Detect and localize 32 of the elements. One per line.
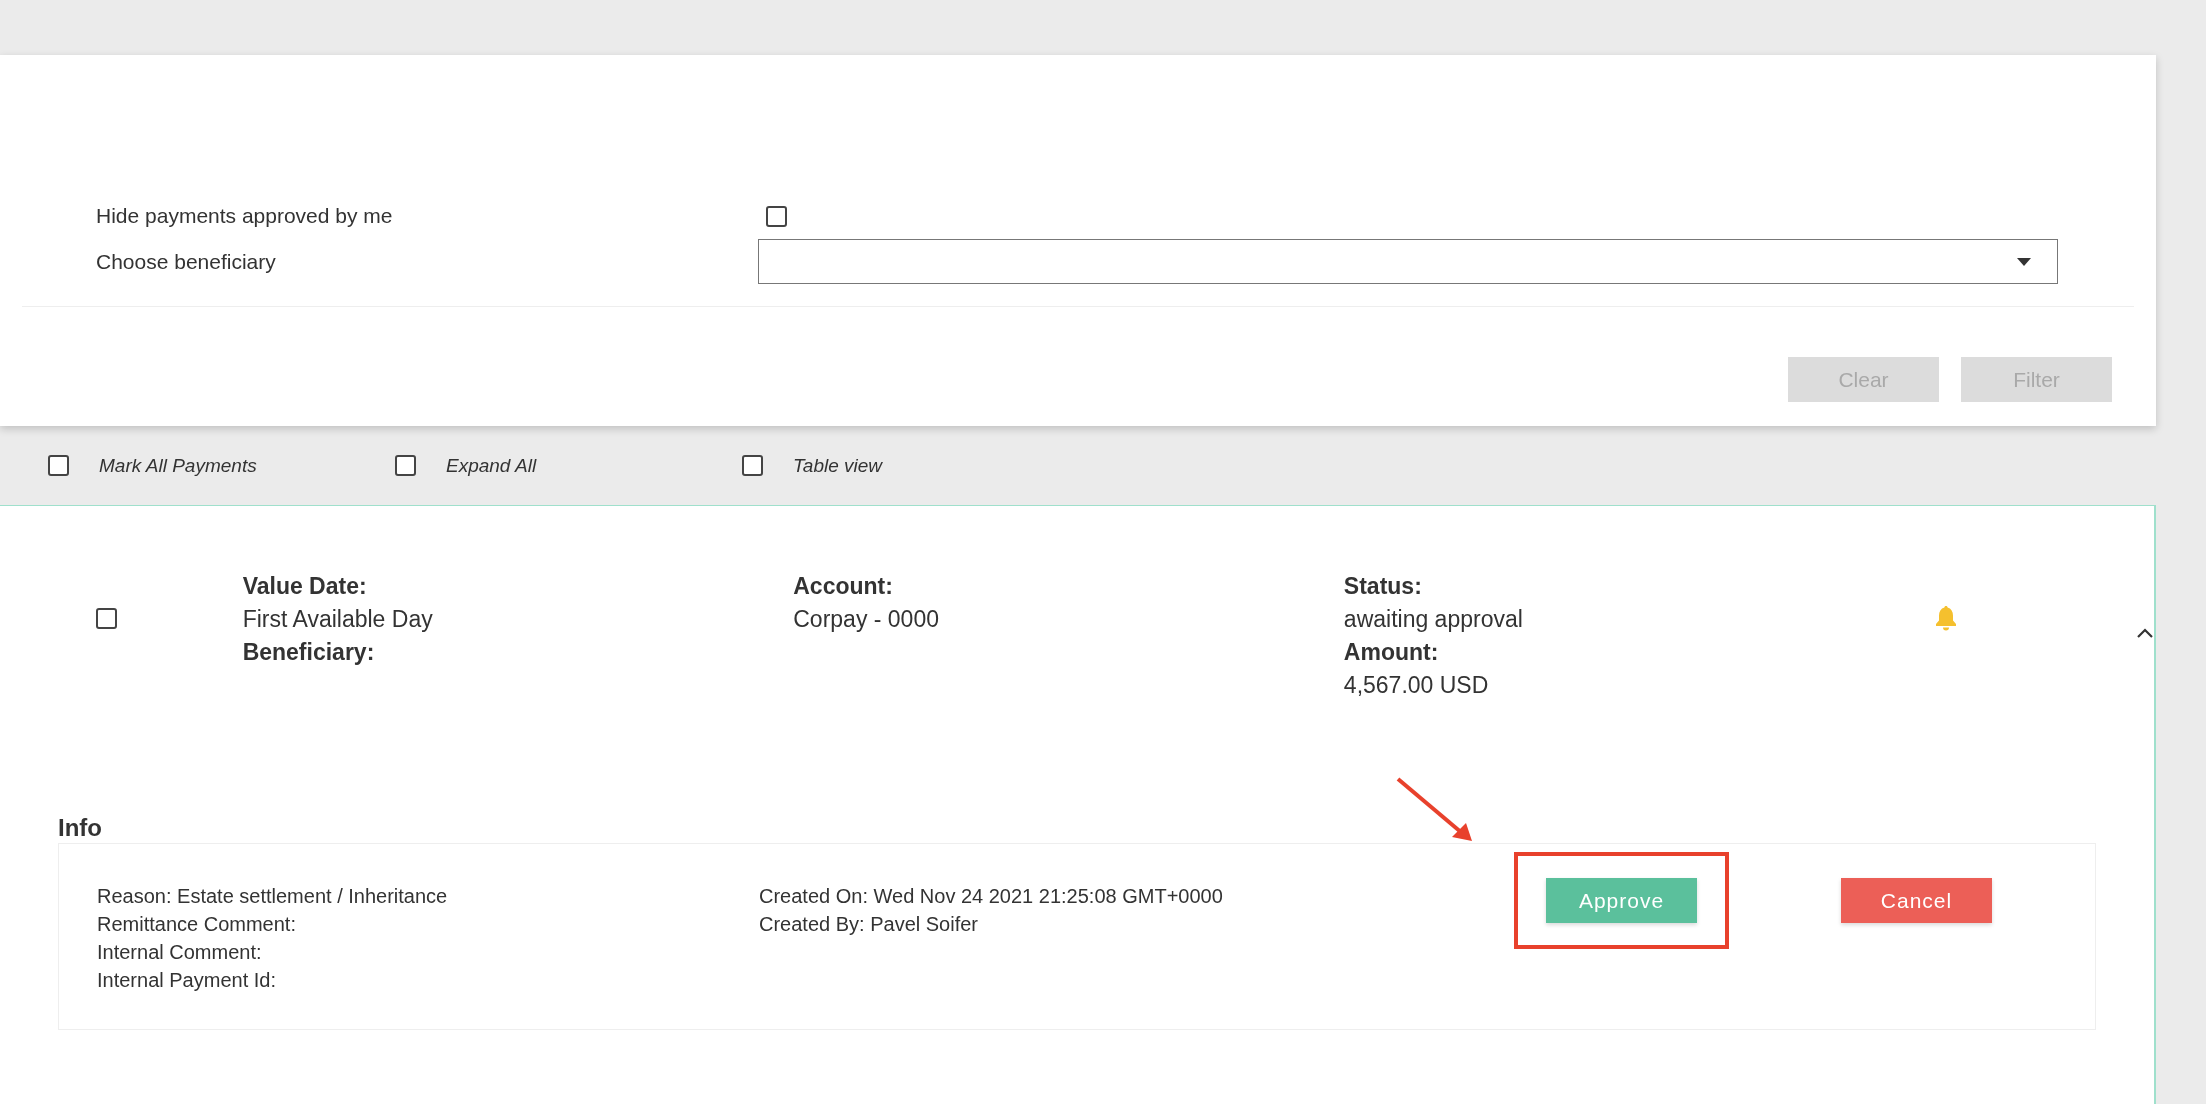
detail-text: Internal Payment Id: (97, 968, 277, 993)
caret-icon (2017, 257, 2031, 266)
detail-text: Created By: Pavel Soifer (759, 912, 979, 937)
field-label: Choose beneficiary (96, 248, 277, 275)
checkbox-label: Expand All (446, 454, 537, 477)
section-title: Info (58, 814, 102, 841)
checkbox[interactable] (395, 455, 416, 476)
detail-text: Internal Comment: (97, 940, 263, 965)
field-label: Value Date: (242, 572, 368, 601)
approve-button[interactable]: Approve (1546, 878, 1697, 923)
checkbox[interactable] (96, 608, 117, 629)
detail-text: Created On: Wed Nov 24 2021 21:25:08 GMT+0000 (759, 884, 1224, 909)
cancel-button[interactable]: Cancel (1841, 878, 1992, 923)
beneficiary-dropdown[interactable] (758, 239, 2058, 284)
field-value: awaiting approval (1343, 605, 1524, 634)
checkbox[interactable] (48, 455, 69, 476)
detail-text: Remittance Comment: (97, 912, 297, 937)
field-label: Amount: (1343, 638, 1440, 667)
field-label: Account: (793, 572, 894, 601)
field-value: Corpay - 0000 (793, 605, 940, 634)
field-label: Hide payments approved by me (96, 203, 394, 229)
field-value: 4,567.00 USD (1343, 671, 1490, 700)
checkbox[interactable] (742, 455, 763, 476)
checkbox[interactable] (766, 205, 787, 227)
field-value: First Available Day (242, 605, 434, 634)
bell-icon (1934, 605, 1959, 631)
chevron-icon[interactable] (2136, 628, 2154, 639)
field-label: Status: (1343, 572, 1423, 601)
detail-text: Reason: Estate settlement / Inheritance (97, 884, 449, 909)
checkbox-label: Mark All Payments (99, 454, 257, 477)
field-label: Beneficiary: (242, 638, 376, 667)
checkbox-label: Table view (793, 454, 883, 477)
